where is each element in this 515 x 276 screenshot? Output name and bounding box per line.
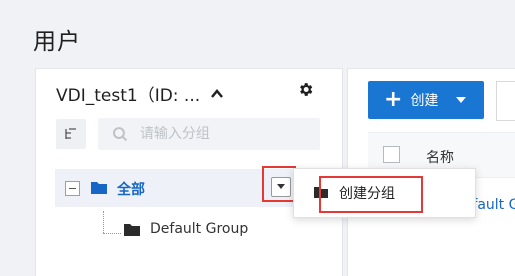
select-all-checkbox[interactable] bbox=[383, 146, 400, 163]
tree-connector-line bbox=[103, 211, 104, 233]
page-title: 用户 bbox=[33, 29, 81, 55]
department-name: VDI_test1（ID: ... bbox=[56, 86, 201, 106]
create-button[interactable]: + 创建 bbox=[368, 81, 484, 119]
search-icon bbox=[112, 127, 128, 142]
collapse-toggle[interactable] bbox=[65, 181, 80, 196]
folder-icon bbox=[91, 182, 107, 194]
group-search-input[interactable] bbox=[137, 125, 320, 143]
tree-node-all-label: 全部 bbox=[117, 182, 145, 198]
plus-icon: + bbox=[384, 87, 403, 112]
gear-icon[interactable] bbox=[297, 81, 314, 98]
tree-connector-line bbox=[103, 233, 121, 234]
group-search-box[interactable] bbox=[98, 118, 320, 150]
column-header-name: 名称 bbox=[426, 150, 454, 166]
folder-icon bbox=[124, 224, 140, 236]
chevron-up-icon bbox=[211, 88, 224, 98]
highlight-box-dropdown-button bbox=[262, 166, 296, 202]
create-button-label: 创建 bbox=[410, 93, 439, 109]
tree-view-toggle-button[interactable] bbox=[56, 119, 86, 149]
secondary-action-button[interactable] bbox=[496, 81, 515, 121]
tree-structure-icon bbox=[65, 128, 76, 139]
highlight-box-create-group bbox=[319, 176, 423, 213]
department-selector[interactable]: VDI_test1（ID: ... bbox=[56, 81, 224, 106]
caret-down-icon bbox=[456, 97, 467, 103]
tree-node-default-group[interactable]: Default Group bbox=[150, 221, 248, 237]
